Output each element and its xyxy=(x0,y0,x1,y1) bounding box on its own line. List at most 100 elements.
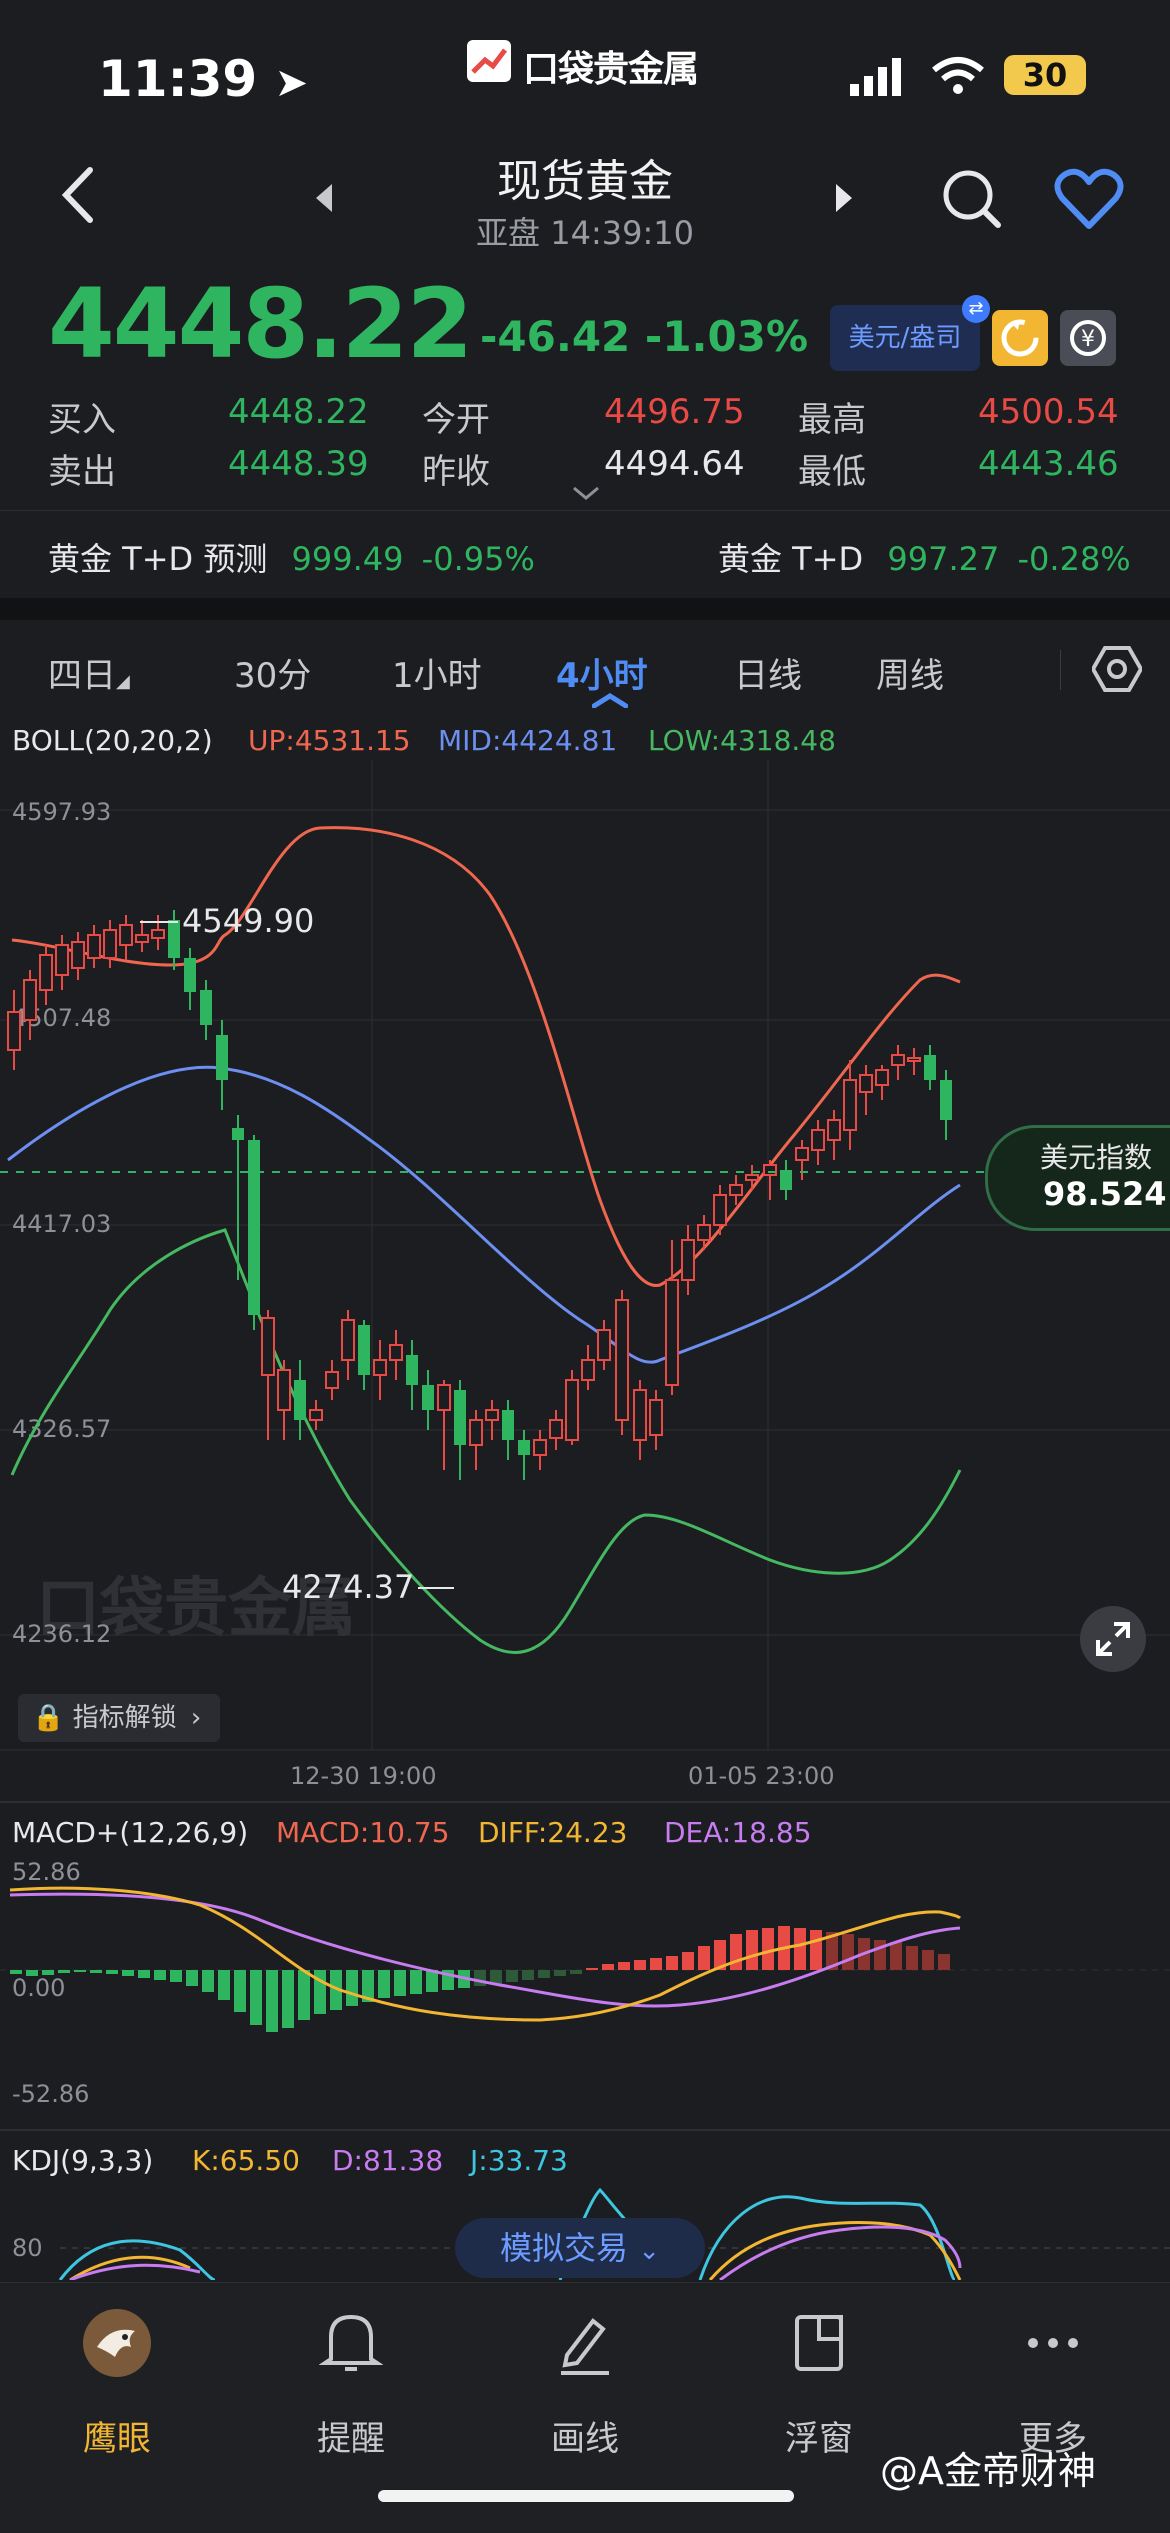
status-time: 11:39 ➤ xyxy=(98,50,308,108)
macd-histogram-bar xyxy=(106,1970,118,1974)
currency-unit-chip[interactable]: 美元/盎司 ⇄ xyxy=(830,295,990,371)
macd-histogram-bar xyxy=(522,1970,534,1980)
session-time: 亚盘 14:39:10 xyxy=(476,214,694,252)
x-tick-2: 01-05 23:00 xyxy=(688,1762,835,1790)
nav-more[interactable]: 更多 xyxy=(936,2303,1170,2459)
macd-histogram-bar xyxy=(634,1960,646,1970)
macd-dea-value: DEA:18.85 xyxy=(664,1816,812,1849)
tab-four-day[interactable]: 四日◢ xyxy=(48,648,130,697)
macd-histogram-bar xyxy=(410,1970,422,1994)
refresh-icon xyxy=(1001,319,1039,357)
y-tick-4: 4326.57 xyxy=(12,1415,111,1443)
nav-float-window[interactable]: 浮窗 xyxy=(702,2303,936,2459)
macd-histogram-bar xyxy=(202,1970,214,1992)
macd-histogram-bar xyxy=(506,1970,518,1982)
macd-histogram-bar xyxy=(10,1970,22,1974)
macd-histogram-bar xyxy=(282,1970,294,2028)
y-tick-1: 4597.93 xyxy=(12,798,111,826)
nav-hawkeye[interactable]: 鹰眼 xyxy=(0,2303,234,2459)
unlock-indicator-button[interactable]: 🔒 指标解锁 › xyxy=(18,1694,220,1742)
related-quote-2-value: 997.27 xyxy=(887,540,1000,578)
candle-body xyxy=(200,990,212,1025)
active-tab-indicator-icon xyxy=(592,693,628,708)
exchange-rate-button[interactable]: ¥ xyxy=(1060,310,1116,366)
back-button[interactable] xyxy=(50,160,110,230)
candle-body xyxy=(135,934,149,943)
related-quote-2[interactable]: 黄金 T+D 997.27 -0.28% xyxy=(718,534,1131,580)
macd-histogram-bar xyxy=(698,1946,710,1970)
macd-label: MACD+(12,26,9) xyxy=(12,1816,248,1849)
prev-close-value: 4494.64 xyxy=(604,444,745,484)
refresh-button[interactable] xyxy=(992,310,1048,366)
dollar-index-label: 美元指数 xyxy=(1040,1141,1153,1174)
macd-histogram-bar xyxy=(666,1956,678,1970)
candle-body xyxy=(437,1384,451,1411)
x-tick-1: 12-30 19:00 xyxy=(290,1762,437,1790)
tab-weekly[interactable]: 周线 xyxy=(876,648,944,697)
candle-body xyxy=(565,1379,579,1441)
tab-daily[interactable]: 日线 xyxy=(734,648,802,697)
tab-30min[interactable]: 30分 xyxy=(234,648,311,697)
macd-histogram-bar xyxy=(138,1970,150,1978)
candle-body xyxy=(168,920,180,958)
home-indicator[interactable] xyxy=(378,2490,794,2502)
candle-body xyxy=(277,1369,291,1411)
next-symbol-button[interactable] xyxy=(832,182,856,214)
related-quote-1[interactable]: 黄金 T+D 预测 999.49 -0.95% xyxy=(48,534,535,580)
candle-body xyxy=(422,1385,434,1410)
candle-body xyxy=(87,934,101,959)
price-change: -46.42 -1.03% xyxy=(480,312,809,361)
signal-icon xyxy=(850,58,901,96)
macd-histogram-bar xyxy=(554,1970,566,1976)
open-label: 今开 xyxy=(422,400,490,440)
macd-histogram-bar xyxy=(394,1970,406,1996)
candle-body xyxy=(763,1164,777,1176)
buy-label: 买入 xyxy=(48,400,116,440)
macd-histogram-bar xyxy=(490,1970,502,1984)
prev-close-label: 昨收 xyxy=(422,452,490,492)
boll-mid-value: MID:4424.81 xyxy=(438,724,617,757)
simulated-trade-label: 模拟交易 xyxy=(500,2229,629,2267)
low-value: 4443.46 xyxy=(978,444,1119,484)
nav-draw[interactable]: 画线 xyxy=(468,2303,702,2459)
macd-histogram-bar xyxy=(26,1970,38,1976)
tab-4hour[interactable]: 4小时 xyxy=(556,648,648,708)
prev-symbol-button[interactable] xyxy=(312,182,336,214)
search-button[interactable] xyxy=(938,165,1004,231)
expand-chevron-icon[interactable] xyxy=(572,486,600,502)
high-label: 最高 xyxy=(798,400,866,440)
candle-body xyxy=(811,1129,825,1151)
chevron-down-circle-icon: ⌄ xyxy=(638,2236,660,2266)
macd-histogram-bar xyxy=(234,1970,246,2012)
tab-4hour-label: 4小时 xyxy=(556,656,648,696)
macd-histogram-bar xyxy=(474,1970,486,1986)
candle-body xyxy=(55,944,69,976)
yuan-exchange-icon: ¥ xyxy=(1070,320,1106,356)
macd-histogram-bar xyxy=(922,1950,934,1970)
nav-alerts[interactable]: 提醒 xyxy=(234,2303,468,2459)
nav-alerts-label: 提醒 xyxy=(317,2419,385,2459)
candle-body xyxy=(665,1279,679,1386)
macd-histogram-bar xyxy=(602,1964,614,1970)
sell-label: 卖出 xyxy=(48,452,116,492)
tab-1hour[interactable]: 1小时 xyxy=(392,648,482,697)
candle-body xyxy=(151,929,165,939)
kdj-j-value: J:33.73 xyxy=(468,2144,568,2177)
macd-histogram-bar xyxy=(186,1970,198,1986)
boll-low-value: LOW:4318.48 xyxy=(648,724,836,757)
macd-histogram-bar xyxy=(746,1930,758,1970)
expand-icon xyxy=(1096,1622,1130,1656)
logo-text: 口袋贵金属 xyxy=(523,49,699,90)
boll-label: BOLL(20,20,2) xyxy=(12,724,213,757)
price-chart[interactable]: 口袋贵金属 BOLL(20,20,2) UP:4531.15 MID:4424.… xyxy=(0,720,1170,2280)
candle-body xyxy=(373,1359,387,1376)
fullscreen-button[interactable] xyxy=(1080,1606,1146,1672)
candle-body xyxy=(891,1054,905,1066)
favorite-button[interactable] xyxy=(1054,168,1124,230)
chart-settings-button[interactable] xyxy=(1092,644,1142,694)
simulated-trade-button[interactable]: 模拟交易 ⌄ xyxy=(455,2218,705,2278)
macd-histogram-bar xyxy=(42,1970,54,1975)
candle-body xyxy=(518,1440,530,1455)
macd-histogram-bar xyxy=(682,1952,694,1970)
tab-divider xyxy=(1060,650,1061,690)
